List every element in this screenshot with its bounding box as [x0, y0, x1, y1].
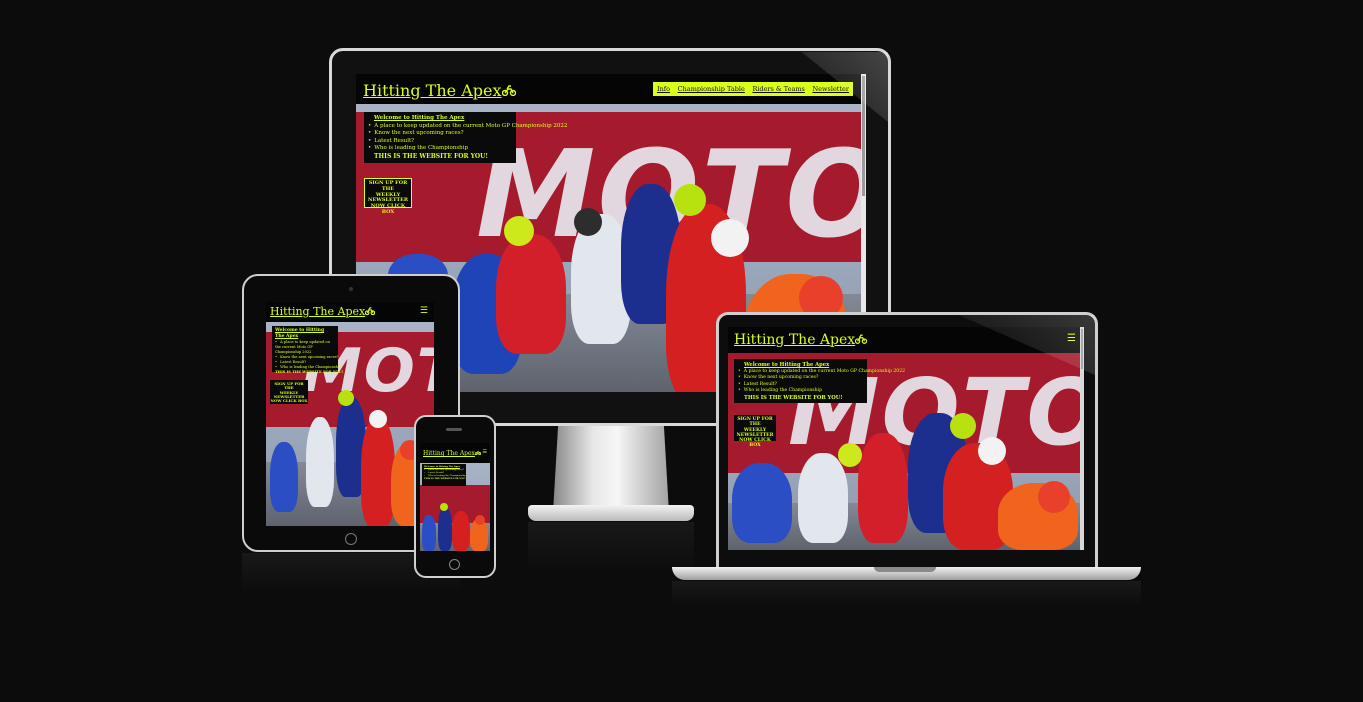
- laptop-reflection: [672, 581, 1141, 607]
- phone-home-button: [449, 559, 460, 570]
- main-nav: Info Championship Table Riders & Teams N…: [653, 82, 853, 96]
- phone-speaker: [446, 428, 462, 431]
- tablet-camera: [349, 287, 353, 291]
- site-header: Hitting The Apex ☰: [266, 302, 434, 322]
- site-logo[interactable]: Hitting The Apex: [734, 332, 868, 348]
- hero-image: MOTO Welcome to Hitting The Apex A place…: [728, 353, 1084, 550]
- laptop-site-preview: MOTO Welcome to Hitting The Apex A place…: [728, 327, 1084, 550]
- info-item: Know the next upcoming races?: [368, 130, 512, 138]
- site-logo[interactable]: Hitting The Apex: [270, 305, 376, 318]
- welcome-info-box: Welcome to Hitting The Apex Know the nex…: [422, 464, 466, 486]
- hamburger-menu-icon[interactable]: ☰: [420, 306, 428, 316]
- welcome-info-box: Welcome to Hitting The Apex A place to k…: [734, 359, 905, 403]
- hero-image: Welcome to Hitting The Apex Know the nex…: [420, 463, 490, 551]
- monitor-reflection: [528, 522, 694, 572]
- info-cta: THIS IS THE WEBSITE FOR YOU!: [374, 152, 488, 160]
- site-header: Hitting The Apex ☰: [420, 443, 490, 463]
- laptop-hinge-notch: [874, 567, 936, 572]
- newsletter-signup-button[interactable]: SIGN UP FOR THE WEEKLY NEWSLETTER NOW CL…: [734, 415, 776, 448]
- site-header: Hitting The Apex Info Championship Table…: [356, 74, 866, 104]
- nav-info[interactable]: Info: [657, 85, 670, 93]
- site-logo[interactable]: Hitting The Apex: [363, 81, 516, 100]
- nav-riders-teams[interactable]: Riders & Teams: [752, 85, 804, 93]
- motorcycle-icon: [501, 81, 516, 100]
- hamburger-menu-icon[interactable]: ☰: [483, 449, 487, 455]
- newsletter-signup-button[interactable]: SIGN UP FOR THE WEEKLY NEWSLETTER NOW CL…: [270, 380, 308, 404]
- motorcycle-icon: [855, 332, 868, 348]
- motorcycle-icon: [365, 305, 376, 318]
- info-list: A place to keep updated on the current M…: [368, 123, 567, 153]
- info-item: Who is leading the Championship: [368, 145, 512, 153]
- welcome-info-box: Welcome to Hitting The Apex A place to k…: [364, 112, 567, 163]
- info-item: A place to keep updated on the current M…: [368, 123, 567, 131]
- monitor-stand-base: [528, 505, 694, 521]
- tablet-home-button: [345, 533, 357, 545]
- hero-image: MOTO Welcome to Hitting The Apex A place…: [266, 322, 434, 526]
- site-logo[interactable]: Hitting The Apex: [423, 450, 482, 457]
- newsletter-signup-button[interactable]: SIGN UP FOR THE WEEKLY NEWSLETTER NOW CL…: [364, 178, 412, 215]
- nav-championship-table[interactable]: Championship Table: [678, 85, 745, 93]
- welcome-info-box: Welcome to Hitting The Apex A place to k…: [272, 326, 343, 374]
- info-item: Latest Result?: [368, 138, 512, 146]
- tablet-site-preview: MOTO Welcome to Hitting The Apex A place…: [266, 302, 434, 526]
- monitor-stand: [553, 426, 669, 512]
- nav-newsletter[interactable]: Newsletter: [812, 85, 849, 93]
- info-title: Welcome to Hitting The Apex: [374, 115, 465, 121]
- phone-site-preview: Welcome to Hitting The Apex Know the nex…: [420, 443, 490, 551]
- motorcycle-icon: [474, 450, 482, 457]
